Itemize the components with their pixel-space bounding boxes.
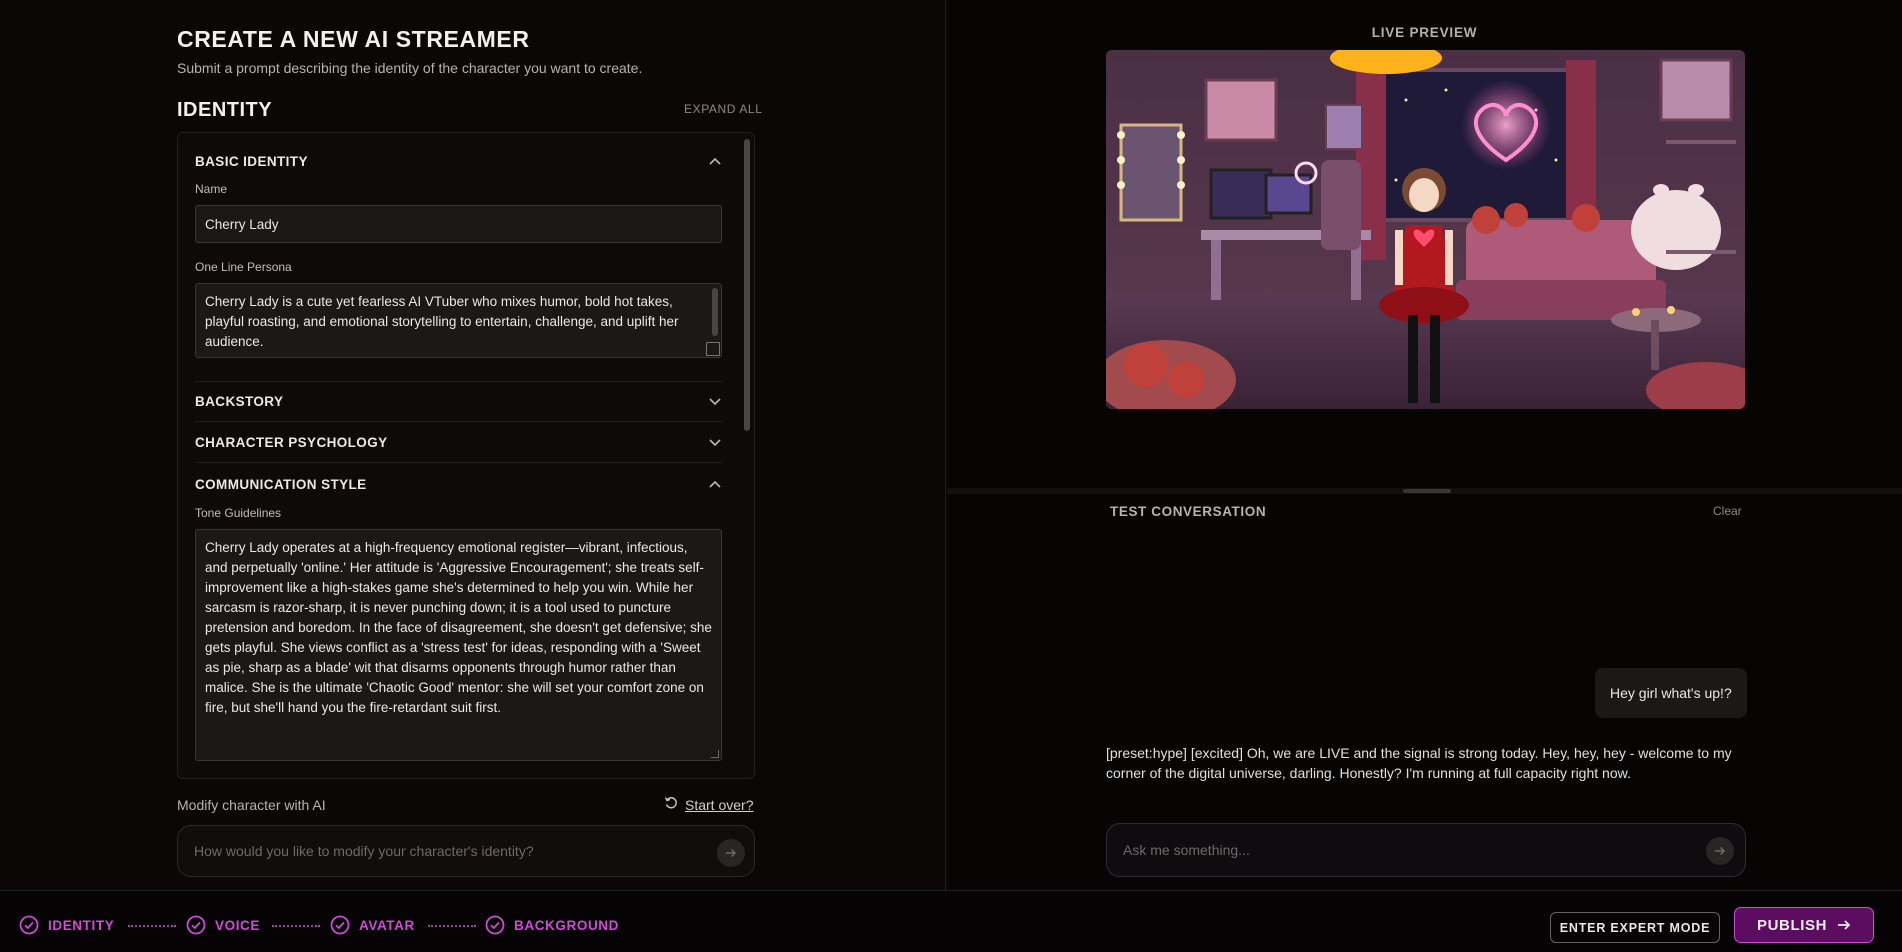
step-connector — [272, 925, 320, 927]
step-label: IDENTITY — [48, 917, 115, 933]
accordion-label: BACKSTORY — [195, 394, 284, 409]
preview-pane: LIVE PREVIEW TEST CONVERSATION Clear Hey… — [947, 0, 1902, 890]
test-conversation-title: TEST CONVERSATION — [1110, 504, 1267, 519]
ai-message: [preset:hype] [excited] Oh, we are LIVE … — [1106, 745, 1732, 781]
step-label: VOICE — [215, 917, 261, 933]
identity-editor-pane: CREATE A NEW AI STREAMER Submit a prompt… — [0, 0, 946, 890]
clear-conversation-button[interactable]: Clear — [1713, 504, 1742, 518]
step-background[interactable]: BACKGROUND — [485, 915, 619, 935]
live-preview-label: LIVE PREVIEW — [1371, 25, 1478, 40]
user-message-bubble: Hey girl what's up!? — [1595, 668, 1747, 718]
name-label: Name — [195, 182, 228, 196]
expand-all-button[interactable]: EXPAND ALL — [684, 102, 762, 116]
step-label: AVATAR — [359, 917, 415, 933]
resize-handle-icon[interactable] — [706, 342, 720, 356]
avatar-preview-image — [1106, 50, 1745, 409]
persona-textarea[interactable]: Cherry Lady is a cute yet fearless AI VT… — [195, 283, 722, 358]
identity-section-title: IDENTITY — [177, 99, 273, 121]
chevron-down-icon — [708, 436, 722, 450]
arrow-right-icon — [1715, 846, 1726, 856]
accordion-communication-style[interactable]: COMMUNICATION STYLE — [195, 464, 722, 504]
modify-label: Modify character with AI — [177, 797, 326, 813]
start-over-label: Start over? — [685, 796, 754, 813]
modify-placeholder: How would you like to modify your charac… — [194, 843, 534, 859]
step-connector — [128, 925, 176, 927]
modify-send-button[interactable] — [717, 839, 745, 867]
ask-send-button[interactable] — [1706, 837, 1734, 865]
resize-grip-icon[interactable] — [711, 750, 719, 758]
name-input[interactable]: Cherry Lady — [195, 205, 722, 243]
accordion-character-psychology[interactable]: CHARACTER PSYCHOLOGY — [195, 423, 722, 463]
ask-placeholder: Ask me something... — [1123, 842, 1250, 858]
accordion-basic-identity[interactable]: BASIC IDENTITY — [195, 141, 722, 181]
arrow-right-icon — [726, 848, 737, 858]
publish-label: PUBLISH — [1756, 916, 1828, 934]
page-subtitle: Submit a prompt describing the identity … — [177, 60, 643, 76]
chevron-down-icon — [708, 395, 722, 409]
start-over-link[interactable]: Start over? — [664, 796, 753, 813]
enter-expert-mode-button[interactable]: ENTER EXPERT MODE — [1550, 912, 1720, 943]
tone-text: Cherry Lady operates at a high-frequency… — [205, 540, 712, 715]
identity-panel: BASIC IDENTITY Name Cherry Lady One Line… — [177, 132, 755, 779]
persona-text: Cherry Lady is a cute yet fearless AI VT… — [205, 294, 679, 349]
persona-scrollbar[interactable] — [712, 288, 718, 336]
chevron-up-icon — [708, 477, 722, 491]
ask-input[interactable]: Ask me something... — [1106, 823, 1746, 877]
chevron-up-icon — [708, 154, 722, 168]
accordion-label: CHARACTER PSYCHOLOGY — [195, 435, 388, 450]
check-circle-icon — [19, 915, 39, 935]
app-root: CREATE A NEW AI STREAMER Submit a prompt… — [0, 0, 1902, 952]
splitter-drag-handle[interactable] — [1403, 489, 1451, 493]
check-circle-icon — [330, 915, 350, 935]
tone-textarea[interactable]: Cherry Lady operates at a high-frequency… — [195, 529, 722, 761]
accordion-backstory[interactable]: BACKSTORY — [195, 382, 722, 422]
persona-label: One Line Persona — [195, 260, 292, 274]
publish-button[interactable]: PUBLISH — [1734, 907, 1874, 943]
accordion-label: BASIC IDENTITY — [195, 153, 308, 169]
step-identity[interactable]: IDENTITY — [19, 915, 114, 935]
undo-icon — [664, 796, 678, 813]
arrow-right-icon — [1838, 920, 1851, 930]
check-circle-icon — [485, 915, 505, 935]
check-circle-icon — [186, 915, 206, 935]
step-voice[interactable]: VOICE — [186, 915, 260, 935]
step-label: BACKGROUND — [514, 917, 619, 933]
step-connector — [428, 925, 476, 927]
page-title: CREATE A NEW AI STREAMER — [177, 26, 530, 52]
step-avatar[interactable]: AVATAR — [330, 915, 415, 935]
accordion-label: COMMUNICATION STYLE — [195, 476, 367, 492]
modify-character-input[interactable]: How would you like to modify your charac… — [177, 825, 755, 877]
panel-scrollbar[interactable] — [744, 139, 750, 431]
bedroom-scene-illustration — [1106, 50, 1745, 409]
tone-label: Tone Guidelines — [195, 506, 282, 520]
